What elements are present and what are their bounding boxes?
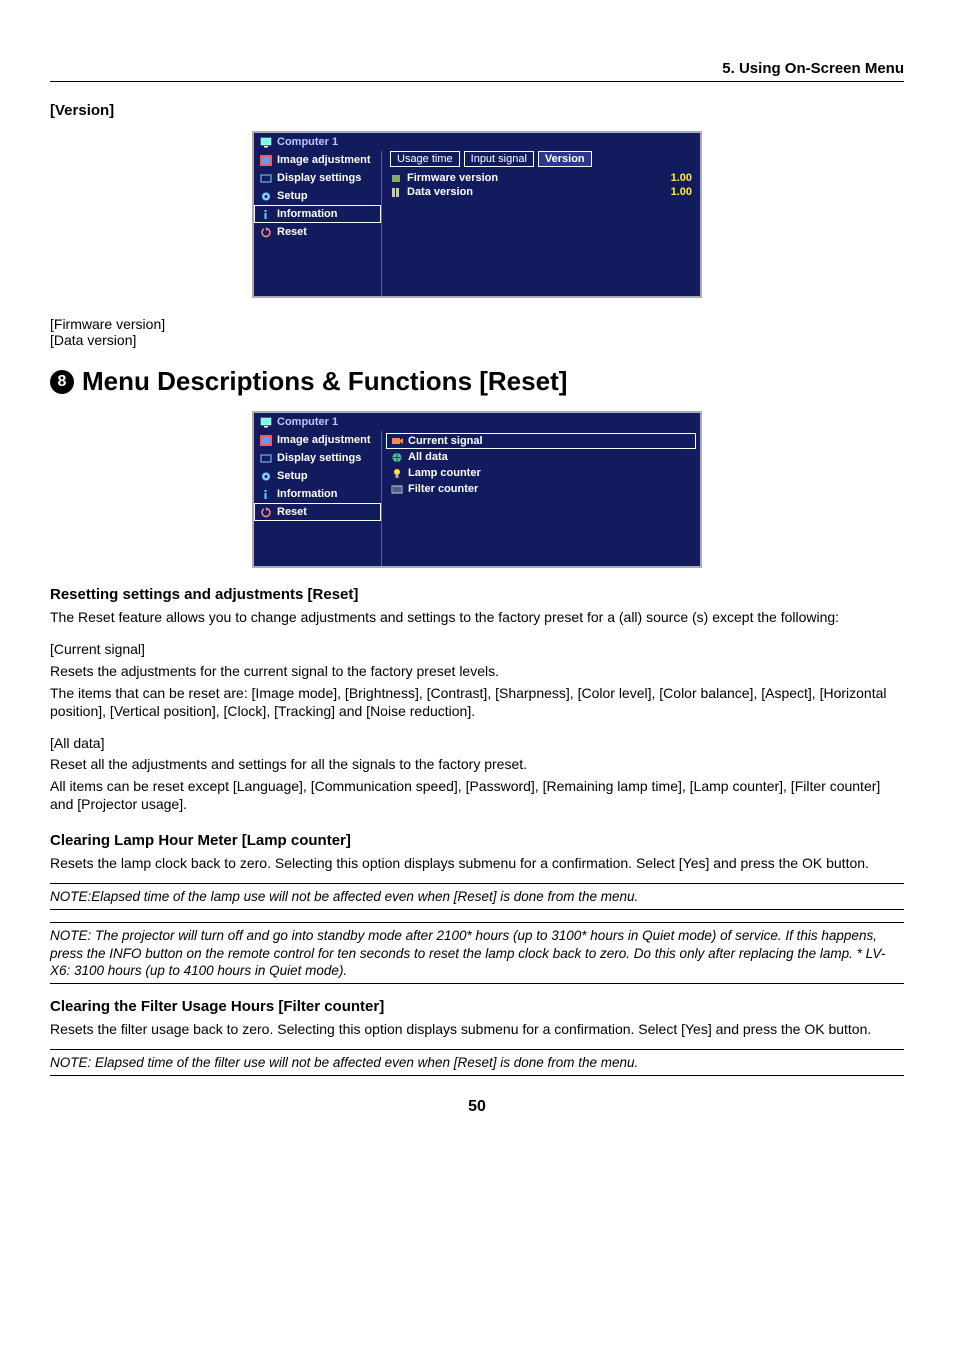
below-list-item: [Data version] bbox=[50, 332, 904, 348]
sidebar-item-label: Information bbox=[277, 488, 338, 500]
preset-icon bbox=[260, 435, 272, 446]
below-list-item: [Firmware version] bbox=[50, 316, 904, 332]
sidebar-item-reset[interactable]: Reset bbox=[254, 503, 381, 521]
current-signal-desc2: The items that can be reset are: [Image … bbox=[50, 685, 904, 721]
info-row-data: Data version 1.00 bbox=[390, 185, 692, 199]
sidebar-item-reset[interactable]: Reset bbox=[254, 223, 381, 241]
sidebar-item-label: Reset bbox=[277, 226, 307, 238]
reset-option-current-signal[interactable]: Current signal bbox=[386, 433, 696, 449]
filter-icon bbox=[391, 484, 403, 495]
reset-option-lamp-counter[interactable]: Lamp counter bbox=[386, 465, 696, 481]
reset-option-label: Filter counter bbox=[408, 483, 478, 495]
preset-icon bbox=[260, 155, 272, 166]
all-data-desc2: All items can be reset except [Language]… bbox=[50, 778, 904, 814]
display-icon bbox=[260, 453, 272, 464]
all-data-label: [All data] bbox=[50, 735, 904, 753]
signal-icon bbox=[391, 436, 403, 447]
note-filter: NOTE: Elapsed time of the filter use wil… bbox=[50, 1049, 904, 1076]
setup-icon bbox=[260, 471, 272, 482]
tab-version[interactable]: Version bbox=[538, 151, 592, 167]
computer-icon bbox=[260, 417, 272, 428]
info-value: 1.00 bbox=[642, 172, 692, 184]
sidebar-item-label: Setup bbox=[277, 190, 308, 202]
reset-option-all-data[interactable]: All data bbox=[386, 449, 696, 465]
current-signal-desc1: Resets the adjustments for the current s… bbox=[50, 663, 904, 681]
tab-input-signal[interactable]: Input signal bbox=[464, 151, 534, 167]
reset-option-filter-counter[interactable]: Filter counter bbox=[386, 481, 696, 497]
menu-title-text: Computer 1 bbox=[277, 416, 338, 428]
info-icon bbox=[260, 209, 272, 220]
reset-icon bbox=[260, 227, 272, 238]
sidebar-item-label: Reset bbox=[277, 506, 307, 518]
sidebar-item-information[interactable]: Information bbox=[254, 205, 381, 223]
all-data-desc1: Reset all the adjustments and settings f… bbox=[50, 756, 904, 774]
sidebar-item-label: Display settings bbox=[277, 172, 361, 184]
chip-icon bbox=[390, 173, 402, 184]
note-lamp-2: NOTE: The projector will turn off and go… bbox=[50, 922, 904, 984]
menu-sidebar: Image adjustment Display settings Setup … bbox=[254, 151, 382, 296]
reset-option-label: Current signal bbox=[408, 435, 483, 447]
reset-option-label: Lamp counter bbox=[408, 467, 481, 479]
setup-icon bbox=[260, 191, 272, 202]
section-number-badge: 8 bbox=[50, 370, 74, 394]
globe-icon bbox=[391, 452, 403, 463]
info-row-firmware: Firmware version 1.00 bbox=[390, 171, 692, 185]
reset-subheading: Resetting settings and adjustments [Rese… bbox=[50, 586, 904, 603]
section-title-text: Menu Descriptions & Functions [Reset] bbox=[82, 366, 567, 397]
menu-title-text: Computer 1 bbox=[277, 136, 338, 148]
computer-icon bbox=[260, 137, 272, 148]
page-number: 50 bbox=[50, 1098, 904, 1116]
current-signal-label: [Current signal] bbox=[50, 641, 904, 659]
data-icon bbox=[390, 187, 402, 198]
info-key: Firmware version bbox=[407, 172, 498, 184]
reset-menu-window: Computer 1 Image adjustment Display sett… bbox=[252, 411, 702, 568]
version-menu-window: Computer 1 Image adjustment Display sett… bbox=[252, 131, 702, 298]
note-lamp-1: NOTE:Elapsed time of the lamp use will n… bbox=[50, 883, 904, 910]
version-heading: [Version] bbox=[50, 102, 904, 119]
reset-icon bbox=[260, 507, 272, 518]
info-icon bbox=[260, 489, 272, 500]
lamp-counter-desc: Resets the lamp clock back to zero. Sele… bbox=[50, 855, 904, 873]
filter-counter-desc: Resets the filter usage back to zero. Se… bbox=[50, 1021, 904, 1039]
chapter-header: 5. Using On-Screen Menu bbox=[50, 60, 904, 82]
reset-option-label: All data bbox=[408, 451, 448, 463]
menu-sidebar: Image adjustment Display settings Setup … bbox=[254, 431, 382, 566]
info-key: Data version bbox=[407, 186, 473, 198]
sidebar-item-setup[interactable]: Setup bbox=[254, 187, 381, 205]
sidebar-item-information[interactable]: Information bbox=[254, 485, 381, 503]
sidebar-item-display-settings[interactable]: Display settings bbox=[254, 169, 381, 187]
sidebar-item-image-adjustment[interactable]: Image adjustment bbox=[254, 151, 381, 169]
filter-counter-heading: Clearing the Filter Usage Hours [Filter … bbox=[50, 998, 904, 1015]
tab-row: Usage time Input signal Version bbox=[390, 151, 692, 167]
lamp-counter-heading: Clearing Lamp Hour Meter [Lamp counter] bbox=[50, 832, 904, 849]
sidebar-item-setup[interactable]: Setup bbox=[254, 467, 381, 485]
sidebar-item-label: Information bbox=[277, 208, 338, 220]
sidebar-item-label: Image adjustment bbox=[277, 434, 371, 446]
reset-section-title: 8 Menu Descriptions & Functions [Reset] bbox=[50, 366, 904, 397]
sidebar-item-label: Image adjustment bbox=[277, 154, 371, 166]
display-icon bbox=[260, 173, 272, 184]
sidebar-item-display-settings[interactable]: Display settings bbox=[254, 449, 381, 467]
tab-usage-time[interactable]: Usage time bbox=[390, 151, 460, 167]
sidebar-item-label: Setup bbox=[277, 470, 308, 482]
sidebar-item-image-adjustment[interactable]: Image adjustment bbox=[254, 431, 381, 449]
reset-intro: The Reset feature allows you to change a… bbox=[50, 609, 904, 627]
info-value: 1.00 bbox=[642, 186, 692, 198]
lamp-icon bbox=[391, 468, 403, 479]
sidebar-item-label: Display settings bbox=[277, 452, 361, 464]
